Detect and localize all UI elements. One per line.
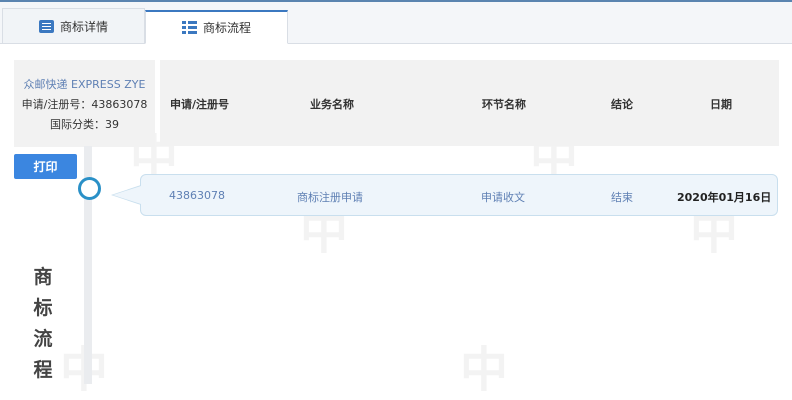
cell-step-name[interactable]: 申请收文 <box>481 189 525 205</box>
registration-number: 申请/注册号：43863078 <box>21 98 148 111</box>
side-title-char: 流 <box>33 328 53 350</box>
cell-registration-number[interactable]: 43863078 <box>169 189 225 202</box>
cell-business-name[interactable]: 商标注册申请 <box>297 189 363 205</box>
cell-date: 2020年01月16日 <box>677 191 772 204</box>
side-title-char: 程 <box>33 359 53 381</box>
table-header: 申请/注册号 业务名称 环节名称 结论 日期 <box>160 60 779 146</box>
side-title-char: 标 <box>33 297 53 319</box>
trademark-info-box: 众邮快递 EXPRESS ZYE 申请/注册号：43863078 国际分类：39 <box>14 60 155 147</box>
trademark-name[interactable]: 众邮快递 EXPRESS ZYE <box>14 76 155 92</box>
column-header: 日期 <box>710 98 732 111</box>
side-title: 商 标 流 程 <box>31 262 55 386</box>
tab-label: 商标流程 <box>202 21 251 35</box>
watermark: 中 <box>460 342 509 398</box>
timeline-node <box>78 177 101 200</box>
tab-trademark-process[interactable]: 商标流程 <box>145 10 288 44</box>
print-button[interactable]: 打印 <box>14 154 77 179</box>
side-title-char: 商 <box>33 266 53 288</box>
column-header: 环节名称 <box>482 98 526 111</box>
tab-trademark-details[interactable]: 商标详情 <box>2 8 145 43</box>
document-list-icon <box>38 19 54 33</box>
column-header: 申请/注册号 <box>170 98 230 111</box>
column-header: 业务名称 <box>310 98 354 111</box>
cell-conclusion[interactable]: 结束 <box>611 189 633 205</box>
table-row: 43863078 商标注册申请 申请收文 结束 2020年01月16日 <box>111 174 778 216</box>
tab-label: 商标详情 <box>59 19 108 34</box>
list-icon <box>181 21 197 34</box>
column-header: 结论 <box>611 98 633 111</box>
tab-bar: 商标详情 商标流程 <box>0 2 792 44</box>
international-class: 国际分类：39 <box>50 118 119 131</box>
